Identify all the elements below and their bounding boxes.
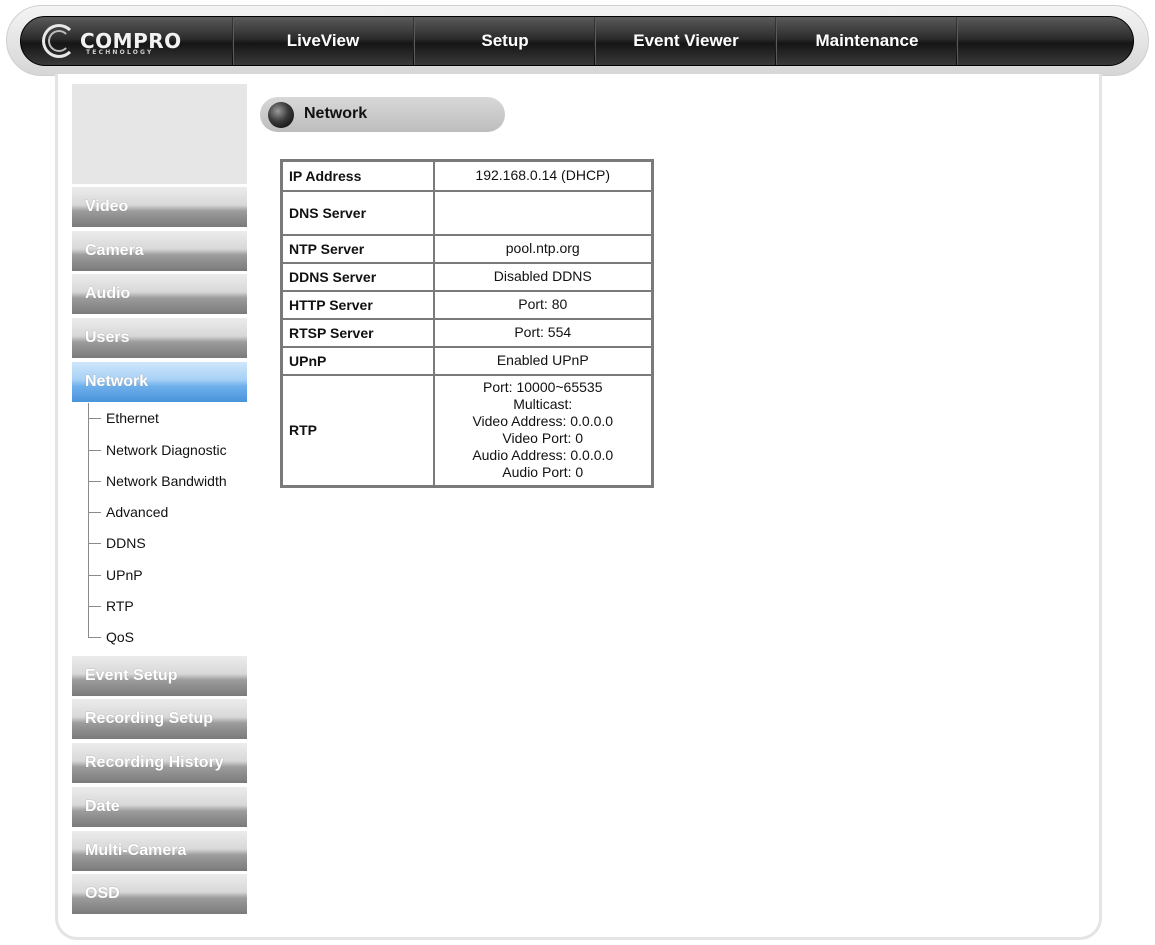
table-row: NTP Server pool.ntp.org bbox=[280, 233, 654, 264]
row-key: RTSP Server bbox=[280, 317, 435, 348]
table-row-rtp: RTP Port: 10000~65535 Multicast: Video A… bbox=[280, 373, 654, 488]
nav-maintenance[interactable]: Maintenance bbox=[777, 17, 957, 65]
nav-event-viewer[interactable]: Event Viewer bbox=[596, 17, 776, 65]
submenu-label: QoS bbox=[106, 629, 135, 645]
submenu-label: Network Bandwidth bbox=[106, 473, 227, 489]
bullet-ball-icon bbox=[268, 102, 294, 128]
submenu-item-rtp[interactable]: RTP bbox=[88, 596, 247, 616]
tree-branch bbox=[88, 637, 101, 638]
tree-branch bbox=[88, 606, 101, 607]
logo-inner-ring-icon bbox=[48, 30, 70, 52]
row-key: HTTP Server bbox=[280, 289, 435, 320]
submenu-item-upnp[interactable]: UPnP bbox=[88, 565, 247, 585]
nav-liveview[interactable]: LiveView bbox=[233, 17, 413, 65]
sidebar-item-osd[interactable]: OSD bbox=[72, 874, 247, 914]
submenu-label: Advanced bbox=[106, 504, 169, 520]
rtp-audio-address: Audio Address: 0.0.0.0 bbox=[472, 447, 614, 464]
sidebar-item-video[interactable]: Video bbox=[72, 187, 247, 227]
table-row: DDNS Server Disabled DDNS bbox=[280, 261, 654, 292]
sidebar-item-recording-history[interactable]: Recording History bbox=[72, 743, 247, 783]
submenu-item-advanced[interactable]: Advanced bbox=[88, 502, 247, 522]
row-key: RTP bbox=[280, 373, 435, 488]
sidebar-item-camera[interactable]: Camera bbox=[72, 231, 247, 271]
row-value: Enabled UPnP bbox=[432, 345, 654, 376]
sidebar-item-event-setup[interactable]: Event Setup bbox=[72, 656, 247, 696]
nav-setup[interactable]: Setup bbox=[415, 17, 595, 65]
compro-logo[interactable]: COMPRO TECHNOLOGY bbox=[42, 24, 232, 62]
submenu-label: DDNS bbox=[106, 535, 146, 551]
row-key: DNS Server bbox=[280, 189, 435, 236]
sidebar-item-network[interactable]: Network bbox=[72, 362, 247, 402]
logo-tagline: TECHNOLOGY bbox=[86, 49, 154, 56]
section-header: Network bbox=[260, 97, 505, 132]
network-submenu: Ethernet Network Diagnostic Network Band… bbox=[72, 403, 247, 653]
table-row: DNS Server bbox=[280, 189, 654, 236]
rtp-port-range: Port: 10000~65535 bbox=[483, 379, 603, 396]
row-key: DDNS Server bbox=[280, 261, 435, 292]
rtp-multicast-label: Multicast: bbox=[513, 396, 573, 413]
network-info-table: IP Address 192.168.0.14 (DHCP) DNS Serve… bbox=[280, 159, 654, 488]
tree-branch bbox=[88, 418, 101, 419]
row-key: UPnP bbox=[280, 345, 435, 376]
tree-branch bbox=[88, 512, 101, 513]
row-value: pool.ntp.org bbox=[432, 233, 654, 264]
submenu-item-network-bandwidth[interactable]: Network Bandwidth bbox=[88, 471, 247, 491]
submenu-item-ethernet[interactable]: Ethernet bbox=[88, 408, 247, 428]
submenu-item-network-diagnostic[interactable]: Network Diagnostic bbox=[88, 440, 247, 460]
sidebar-item-date[interactable]: Date bbox=[72, 787, 247, 827]
row-value: Port: 80 bbox=[432, 289, 654, 320]
rtp-video-port: Video Port: 0 bbox=[502, 430, 584, 447]
submenu-item-qos[interactable]: QoS bbox=[88, 627, 247, 647]
sidebar-item-audio[interactable]: Audio bbox=[72, 274, 247, 314]
row-value bbox=[432, 189, 654, 236]
row-value: Disabled DDNS bbox=[432, 261, 654, 292]
row-value: 192.168.0.14 (DHCP) bbox=[432, 159, 654, 192]
page-title: Network bbox=[304, 105, 368, 122]
row-key: NTP Server bbox=[280, 233, 435, 264]
row-key: IP Address bbox=[280, 159, 435, 192]
table-row: HTTP Server Port: 80 bbox=[280, 289, 654, 320]
table-row: RTSP Server Port: 554 bbox=[280, 317, 654, 348]
table-row: UPnP Enabled UPnP bbox=[280, 345, 654, 376]
sidebar-item-users[interactable]: Users bbox=[72, 318, 247, 358]
sidebar-preview-area bbox=[72, 84, 247, 184]
submenu-label: RTP bbox=[106, 598, 134, 614]
nav-divider bbox=[956, 17, 958, 65]
tree-branch bbox=[88, 543, 101, 544]
tree-branch bbox=[88, 450, 101, 451]
submenu-label: Ethernet bbox=[106, 410, 159, 426]
sidebar-item-multi-camera[interactable]: Multi-Camera bbox=[72, 831, 247, 871]
rtp-audio-port: Audio Port: 0 bbox=[502, 464, 584, 481]
rtp-video-address: Video Address: 0.0.0.0 bbox=[472, 413, 614, 430]
rtp-value: Port: 10000~65535 Multicast: Video Addre… bbox=[432, 373, 654, 488]
submenu-item-ddns[interactable]: DDNS bbox=[88, 533, 247, 553]
table-row: IP Address 192.168.0.14 (DHCP) bbox=[280, 159, 654, 192]
submenu-label: Network Diagnostic bbox=[106, 442, 227, 458]
tree-branch bbox=[88, 481, 101, 482]
submenu-label: UPnP bbox=[106, 567, 143, 583]
tree-branch bbox=[88, 575, 101, 576]
row-value: Port: 554 bbox=[432, 317, 654, 348]
sidebar-item-recording-setup[interactable]: Recording Setup bbox=[72, 699, 247, 739]
